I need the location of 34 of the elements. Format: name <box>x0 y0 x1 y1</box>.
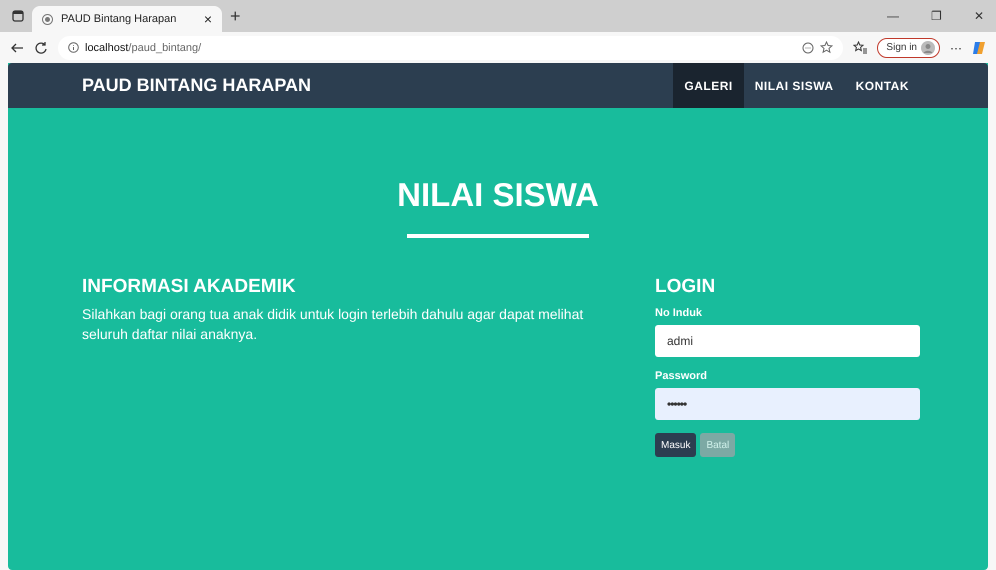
nav-link[interactable]: NILAI SISWA <box>744 63 845 108</box>
favicon-icon <box>42 14 53 24</box>
reload-icon[interactable] <box>34 40 48 54</box>
nav-link[interactable]: GALERI <box>673 63 744 108</box>
close-tab-button[interactable]: × <box>204 11 212 27</box>
favorites-icon[interactable] <box>853 41 868 54</box>
input-field[interactable]: admi <box>655 325 920 357</box>
more-button[interactable]: ··· <box>950 40 962 54</box>
section-heading: INFORMASI AKADEMIK <box>82 276 297 298</box>
sign-in-button[interactable]: Sign in <box>877 38 940 58</box>
reader-icon[interactable] <box>802 42 814 54</box>
tab-title: PAUD Bintang Harapan <box>61 13 178 25</box>
submit-button[interactable]: Masuk <box>655 433 696 457</box>
info-paragraph: Silahkan bagi orang tua anak didik untuk login terlebih dahulu agar dapat melihat seluruh daftar nilai anaknya. <box>82 305 584 344</box>
url-text: localhost/paud_bintang/ <box>85 42 202 54</box>
new-tab-button[interactable]: + <box>230 6 241 26</box>
restore-button[interactable]: ❐ <box>919 9 954 23</box>
info-icon <box>68 42 79 53</box>
login-heading: LOGIN <box>655 276 716 298</box>
sidebar-icon[interactable] <box>12 10 24 22</box>
nav-link[interactable]: KONTAK <box>844 63 920 108</box>
address-bar[interactable]: localhost/paud_bintang/ <box>58 36 844 60</box>
password-field[interactable]: •••••• <box>655 388 920 420</box>
avatar-icon <box>921 40 935 54</box>
browser-tab[interactable]: PAUD Bintang Harapan × <box>32 6 222 32</box>
page-title: NILAI SISWA <box>397 176 599 214</box>
field-label: Password <box>655 370 708 382</box>
star-icon[interactable] <box>820 41 834 54</box>
copilot-icon[interactable] <box>972 40 986 54</box>
minimize-button[interactable]: — <box>875 9 911 23</box>
close-button[interactable]: ✕ <box>962 9 996 23</box>
site-brand[interactable]: PAUD BINTANG HARAPAN <box>82 75 311 96</box>
field-label: No Induk <box>655 307 704 319</box>
back-icon[interactable] <box>10 40 24 54</box>
